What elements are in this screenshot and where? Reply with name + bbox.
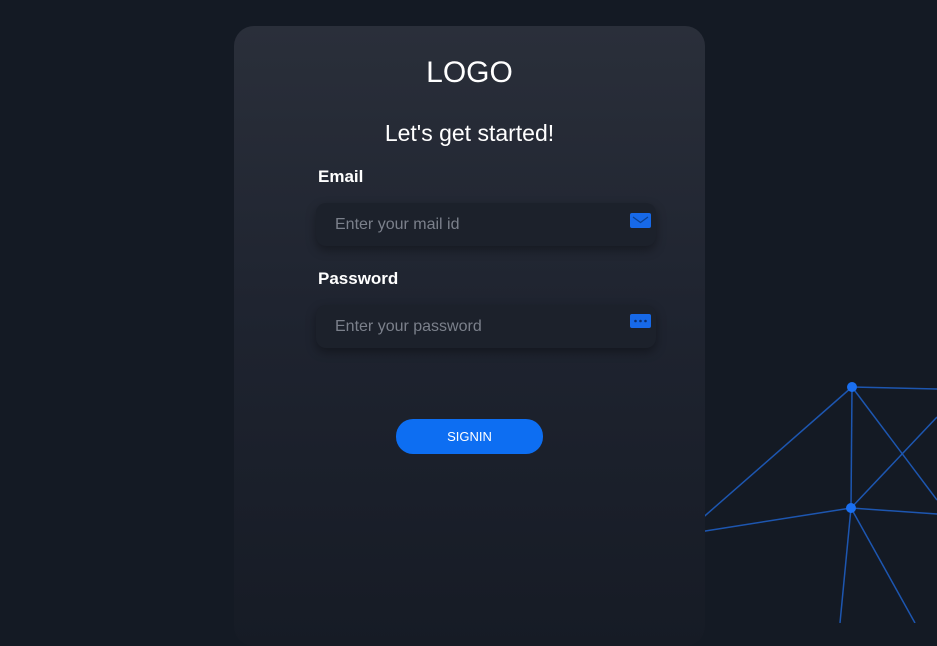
login-card: LOGO Let's get started! Email Password S…: [234, 26, 705, 646]
network-line: [850, 507, 916, 623]
network-line: [850, 507, 937, 515]
network-line: [698, 386, 853, 522]
email-field: [316, 203, 656, 246]
page-heading: Let's get started!: [384, 120, 555, 146]
network-line: [851, 386, 937, 390]
email-input[interactable]: [316, 203, 606, 246]
password-field: [316, 305, 656, 348]
logo: LOGO: [426, 56, 513, 89]
password-dots-icon: [630, 314, 651, 328]
network-line: [839, 507, 852, 623]
password-input[interactable]: [316, 305, 606, 348]
password-label: Password: [318, 269, 399, 288]
network-line: [698, 507, 852, 533]
network-line: [851, 386, 937, 501]
signin-button[interactable]: SIGNIN: [396, 419, 543, 454]
network-line: [850, 386, 853, 509]
network-node: [846, 503, 856, 513]
network-line: [850, 416, 937, 509]
email-label: Email: [318, 167, 364, 186]
mail-icon: [630, 213, 651, 228]
network-node: [847, 382, 857, 392]
password-dots-glyph: [634, 319, 647, 323]
mail-icon-glyph: [632, 216, 649, 224]
